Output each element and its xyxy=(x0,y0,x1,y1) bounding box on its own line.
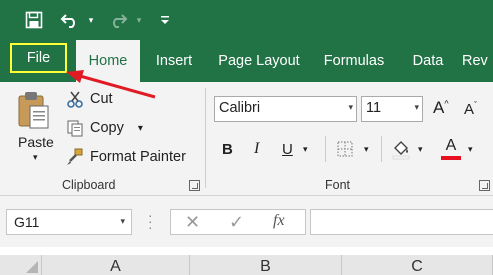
column-header-c[interactable]: C xyxy=(342,255,493,275)
name-box-value: G11 xyxy=(14,214,40,230)
paintbrush-icon xyxy=(64,147,86,167)
caret-up-icon: ^ xyxy=(444,98,449,109)
enter-icon[interactable]: ✓ xyxy=(229,212,244,233)
group-divider xyxy=(205,88,206,188)
fill-color-dropdown-icon[interactable]: ▾ xyxy=(418,136,423,162)
fill-color-button[interactable] xyxy=(390,136,412,162)
font-name-select[interactable]: Calibri ▾ xyxy=(214,96,357,122)
undo-dropdown-icon[interactable]: ▾ xyxy=(84,8,98,32)
bold-button[interactable]: B xyxy=(222,136,233,162)
grow-letter: A xyxy=(433,98,445,117)
underline-button[interactable]: U xyxy=(282,136,293,162)
name-box[interactable]: G11 ▾ xyxy=(6,209,132,235)
worksheet: A B C xyxy=(0,247,493,275)
tab-file[interactable]: File xyxy=(10,43,67,73)
redo-dropdown-icon[interactable]: ▾ xyxy=(132,8,146,32)
insert-function-icon[interactable]: fx xyxy=(273,212,285,230)
italic-button[interactable]: I xyxy=(254,136,259,162)
paste-dropdown-icon[interactable]: ▾ xyxy=(33,152,38,163)
caret-down-icon: ˇ xyxy=(474,100,478,110)
format-painter-label: Format Painter xyxy=(90,149,186,165)
scissors-icon xyxy=(64,89,86,109)
clipboard-launcher-icon[interactable] xyxy=(189,180,200,191)
font-launcher-icon[interactable] xyxy=(479,180,490,191)
increase-font-size-button[interactable]: A^ xyxy=(433,98,449,118)
tab-review[interactable]: Rev xyxy=(462,40,493,82)
copy-button[interactable]: Copy ▾ xyxy=(64,117,143,139)
tab-insert[interactable]: Insert xyxy=(146,40,202,82)
save-icon[interactable] xyxy=(22,8,46,32)
quick-access-toolbar: ▾ ▾ xyxy=(0,0,493,40)
font-color-letter: A xyxy=(445,137,457,154)
borders-button[interactable] xyxy=(336,136,354,162)
tab-home[interactable]: Home xyxy=(76,40,140,82)
formula-bar: G11 ▾ · · · ✕ ✓ fx xyxy=(0,197,493,247)
chevron-down-icon: ▾ xyxy=(120,216,125,226)
chevron-down-icon: ▾ xyxy=(348,102,353,112)
font-color-swatch xyxy=(441,156,461,160)
formula-buttons: ✕ ✓ fx xyxy=(170,209,306,235)
format-painter-button[interactable]: Format Painter xyxy=(64,146,186,168)
decrease-font-size-button[interactable]: Aˇ xyxy=(464,100,477,118)
resize-handle-icon[interactable]: · · · xyxy=(148,208,153,234)
formula-input[interactable] xyxy=(310,209,493,235)
ribbon-tabs: File Home Insert Page Layout Formulas Da… xyxy=(0,40,493,82)
shrink-letter: A xyxy=(464,101,475,118)
select-all-button[interactable] xyxy=(0,255,42,275)
ribbon-home: Paste ▾ Cut Copy ▾ Format Painter Clipbo… xyxy=(0,82,493,196)
customize-toolbar-icon[interactable] xyxy=(158,8,172,32)
copy-icon xyxy=(64,118,86,138)
font-color-dropdown-icon[interactable]: ▾ xyxy=(468,136,473,162)
borders-icon xyxy=(337,141,353,157)
paint-bucket-icon xyxy=(392,141,410,160)
font-color-button[interactable]: A xyxy=(440,136,462,162)
chevron-down-icon: ▾ xyxy=(414,102,419,112)
cut-button[interactable]: Cut xyxy=(64,88,113,110)
tab-page-layout[interactable]: Page Layout xyxy=(212,40,306,82)
paste-label: Paste xyxy=(18,134,54,150)
column-header-a[interactable]: A xyxy=(42,255,190,275)
borders-dropdown-icon[interactable]: ▾ xyxy=(364,136,369,162)
tab-formulas[interactable]: Formulas xyxy=(318,40,390,82)
redo-icon[interactable] xyxy=(106,8,130,32)
paste-icon xyxy=(18,92,49,129)
cancel-icon[interactable]: ✕ xyxy=(185,212,200,233)
copy-dropdown-icon[interactable]: ▾ xyxy=(138,123,143,134)
column-header-b[interactable]: B xyxy=(190,255,342,275)
cut-label: Cut xyxy=(90,91,113,107)
tab-data[interactable]: Data xyxy=(404,40,452,82)
undo-icon[interactable] xyxy=(58,8,82,32)
font-size-select[interactable]: 11 ▾ xyxy=(361,96,423,122)
divider xyxy=(381,136,382,162)
divider xyxy=(325,136,326,162)
copy-label: Copy xyxy=(90,120,124,136)
font-size-value: 11 xyxy=(366,100,382,116)
font-group-label: Font xyxy=(325,178,351,192)
font-name-value: Calibri xyxy=(219,100,261,116)
clipboard-group-label: Clipboard xyxy=(62,178,116,192)
underline-dropdown-icon[interactable]: ▾ xyxy=(303,136,308,162)
